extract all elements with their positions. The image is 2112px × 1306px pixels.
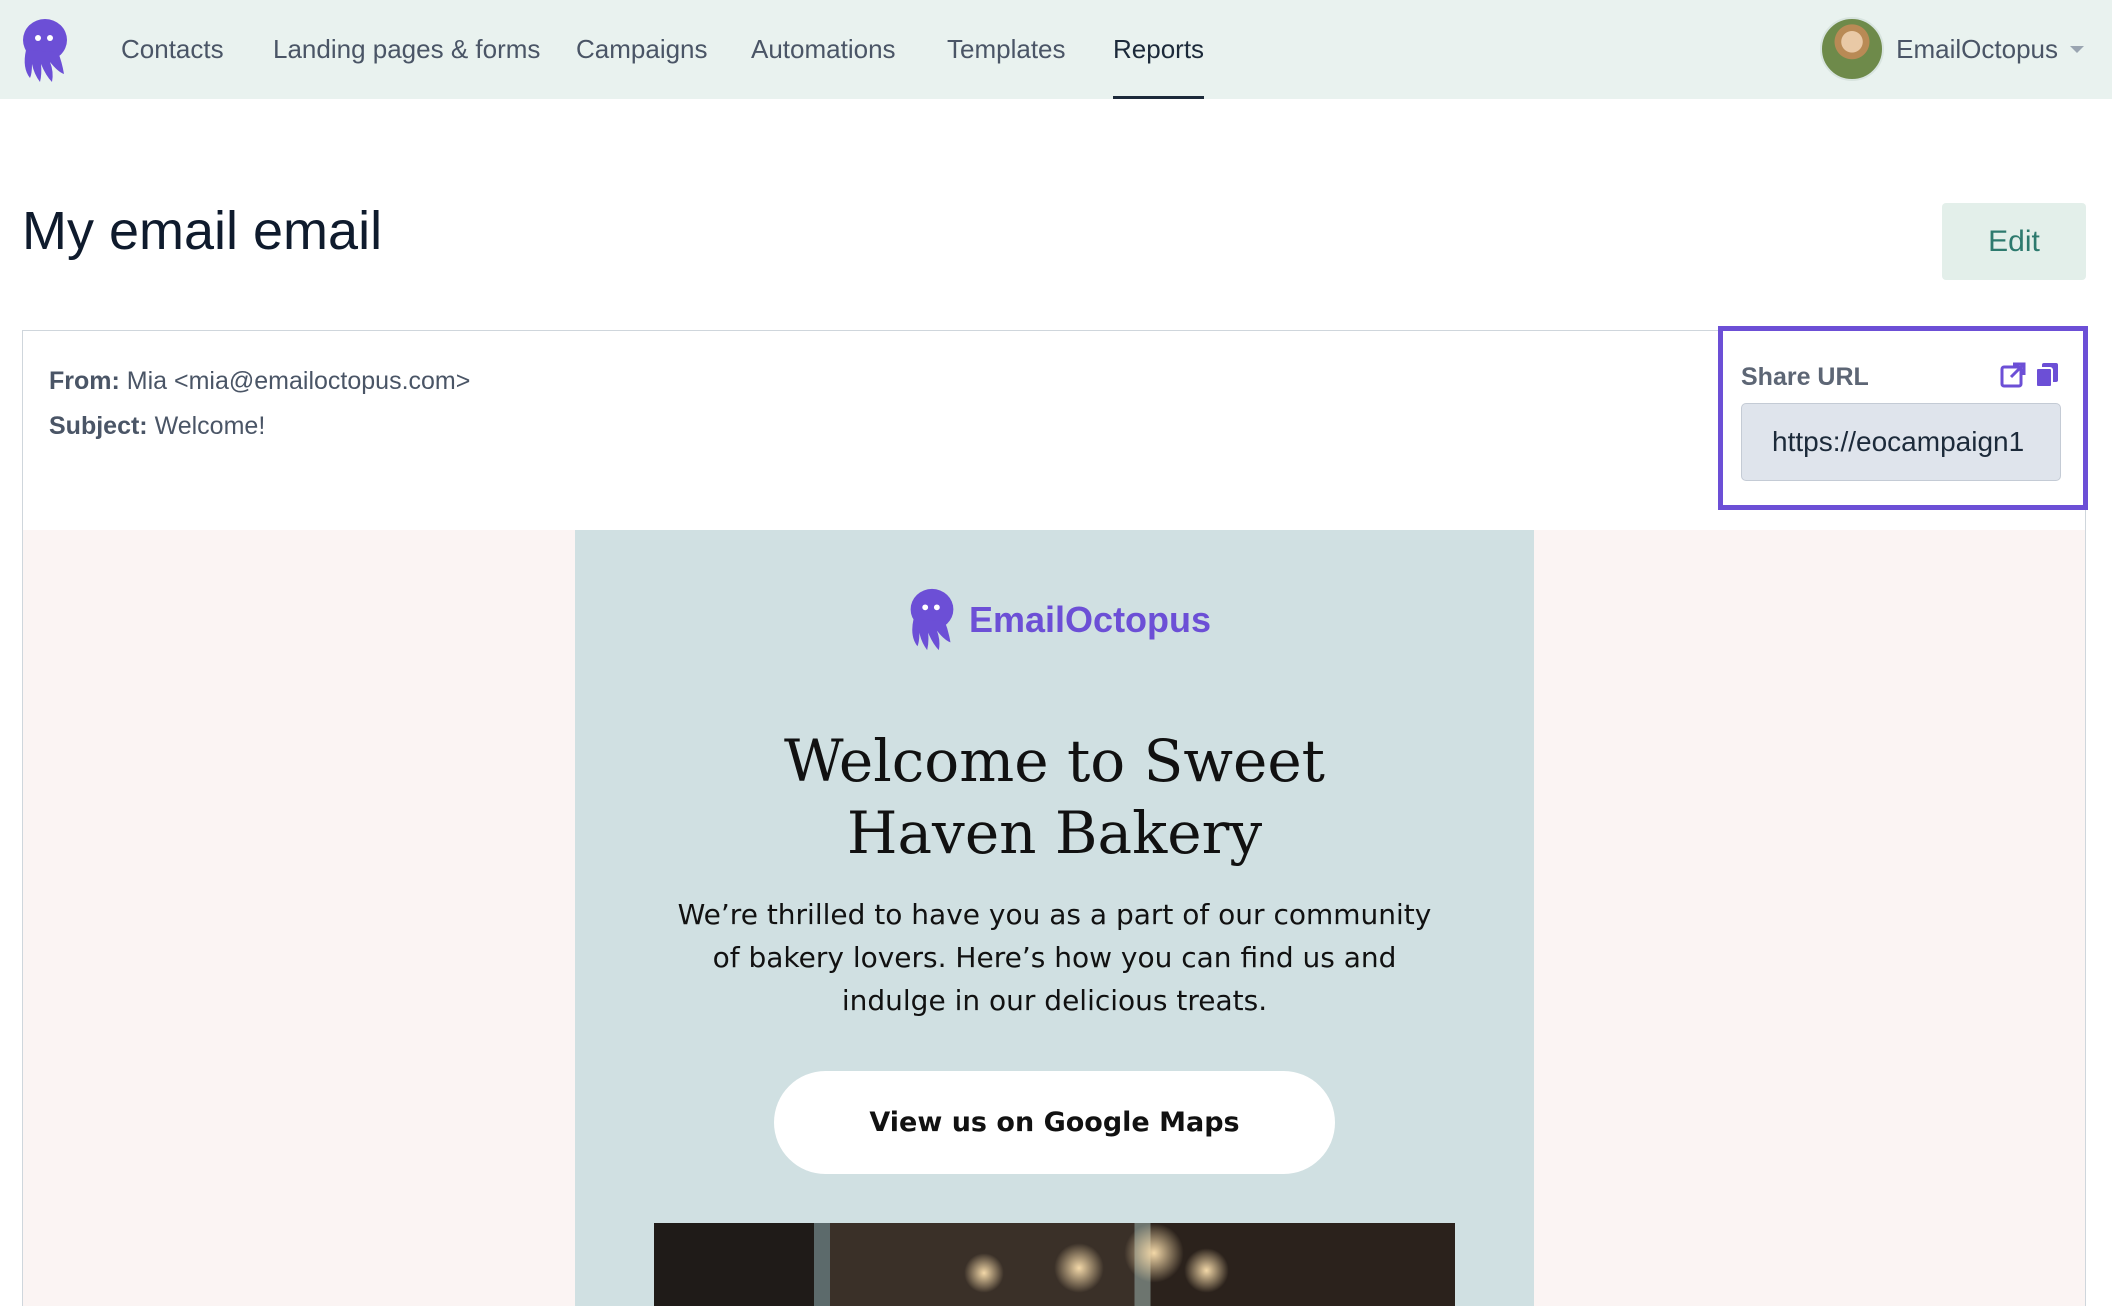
share-url-panel: Share URL (1718, 326, 2088, 510)
share-url-label: Share URL (1741, 363, 1869, 391)
from-label: From: (49, 367, 120, 395)
google-maps-button[interactable]: View us on Google Maps (774, 1071, 1335, 1174)
brand-name: EmailOctopus (969, 599, 1212, 640)
from-row: From: Mia <mia@emailoctopus.com> (49, 359, 470, 404)
emailoctopus-logo-icon (910, 588, 954, 651)
emailoctopus-logo-icon[interactable] (18, 16, 72, 86)
subject-row: Subject: Welcome! (49, 404, 470, 449)
avatar (1820, 17, 1885, 81)
nav-automations[interactable]: Automations (751, 0, 896, 99)
subject-value: Welcome! (154, 412, 266, 440)
welcome-heading-line-2: Haven Bakery (846, 799, 1263, 867)
share-url-input[interactable] (1741, 403, 2061, 481)
edit-button[interactable]: Edit (1942, 203, 2086, 280)
welcome-body-text: We’re thrilled to have you as a part of … (677, 898, 1432, 1017)
account-menu[interactable]: EmailOctopus (1820, 16, 2084, 82)
nav-templates[interactable]: Templates (947, 0, 1066, 99)
welcome-heading-line-1: Welcome to Sweet (784, 727, 1325, 795)
nav-campaigns[interactable]: Campaigns (576, 0, 708, 99)
from-value: Mia <mia@emailoctopus.com> (126, 367, 471, 395)
nav-reports[interactable]: Reports (1113, 0, 1205, 99)
top-navigation: Contacts Landing pages & forms Campaigns… (0, 0, 2112, 99)
nav-contacts[interactable]: Contacts (121, 0, 224, 99)
email-preview: EmailOctopus Welcome to Sweet Haven Bake… (575, 530, 1534, 1306)
subject-label: Subject: (49, 412, 148, 440)
welcome-heading: Welcome to Sweet Haven Bakery (575, 725, 1534, 869)
email-brand: EmailOctopus (905, 586, 1211, 654)
share-actions (1999, 361, 2061, 389)
nav-landing-pages-forms[interactable]: Landing pages & forms (273, 0, 540, 99)
account-name: EmailOctopus (1896, 33, 2058, 64)
email-meta: From: Mia <mia@emailoctopus.com> Subject… (49, 359, 470, 449)
bakery-photo (654, 1223, 1455, 1306)
page-title: My email email (22, 201, 383, 261)
external-link-icon[interactable] (1999, 361, 2027, 389)
chevron-down-icon (2070, 45, 2084, 53)
copy-icon[interactable] (2033, 361, 2061, 389)
